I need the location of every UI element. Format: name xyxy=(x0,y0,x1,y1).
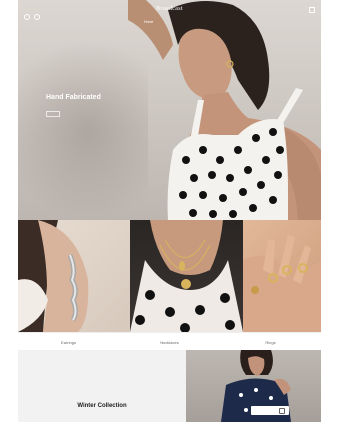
hero-text-block: Hand Fabricated xyxy=(46,94,166,122)
category-earrings-link[interactable]: Earrings xyxy=(18,340,119,345)
necklaces-tile[interactable] xyxy=(130,220,243,332)
earrings-tile[interactable] xyxy=(18,220,130,332)
category-necklaces-link[interactable]: Necklaces xyxy=(119,340,220,345)
shop-collection-button[interactable] xyxy=(251,406,289,415)
winter-collection-panel: Winter Collection xyxy=(18,350,186,422)
cart-icon[interactable] xyxy=(309,7,315,13)
brand-logo[interactable]: Broadcast xyxy=(18,6,321,12)
category-grid xyxy=(18,220,321,332)
necklaces-image xyxy=(130,220,243,332)
hero-title: Hand Fabricated xyxy=(46,94,101,101)
account-icon[interactable] xyxy=(34,14,40,20)
arrow-right-icon xyxy=(279,408,285,414)
nav-link-home[interactable]: Home xyxy=(144,20,153,24)
rings-image xyxy=(243,235,321,332)
rings-tile[interactable] xyxy=(243,220,321,332)
earrings-image xyxy=(18,220,89,332)
collection-title: Winter Collection xyxy=(77,403,127,409)
page: Broadcast Home Hand Fabricated Earrings … xyxy=(18,0,321,422)
category-rings-link[interactable]: Rings xyxy=(220,340,321,345)
collection-model-image[interactable] xyxy=(186,350,321,422)
hero-shop-button[interactable] xyxy=(46,111,60,117)
hero-banner[interactable]: Broadcast Home Hand Fabricated xyxy=(18,0,321,220)
search-icon[interactable] xyxy=(24,14,30,20)
top-nav: Broadcast Home xyxy=(18,0,321,24)
category-labels: Earrings Necklaces Rings xyxy=(18,332,321,351)
